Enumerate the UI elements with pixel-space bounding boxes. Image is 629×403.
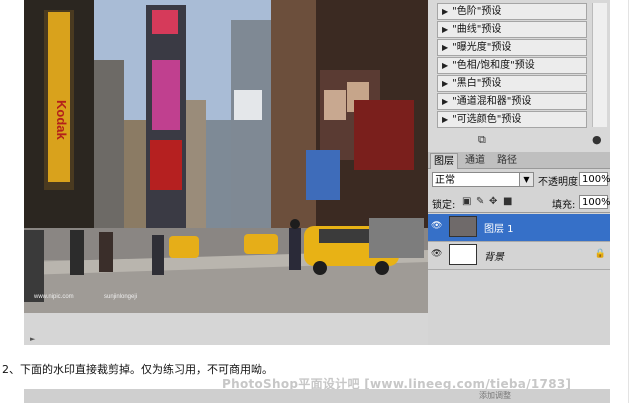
- blend-mode-value: 正常: [435, 175, 455, 186]
- layer-name: 背景: [484, 252, 504, 263]
- adjustments-footer: ⧉ ●: [428, 131, 610, 149]
- document-canvas-photo: Kodak www.nipic.com sunjinlongeji: [24, 0, 428, 313]
- return-to-list-icon[interactable]: ⧉: [478, 133, 486, 147]
- layer-thumbnail: [449, 244, 477, 265]
- preset-label: "黑白"预设: [452, 78, 502, 89]
- lock-label: 锁定:: [432, 200, 456, 211]
- opacity-label: 不透明度:: [538, 177, 582, 188]
- preset-label: "色相/饱和度"预设: [452, 60, 535, 71]
- triangle-right-icon: ▶: [442, 43, 449, 52]
- layer-row-background[interactable]: 👁 背景 🔒: [428, 242, 610, 270]
- tab-layers[interactable]: 图层: [430, 153, 458, 169]
- photoshop-screenshot: Kodak www.nipic.com sunjinlongeji ► ▶ "色…: [24, 0, 610, 345]
- layer-list: 👁 图层 1 👁 背景 🔒: [428, 212, 610, 345]
- preset-levels[interactable]: ▶ "色阶"预设: [437, 3, 587, 20]
- lock-icon: 🔒: [594, 249, 606, 259]
- chevron-down-icon: ▼: [519, 173, 533, 186]
- triangle-right-icon: ▶: [442, 61, 449, 70]
- layer-thumbnail: [449, 216, 477, 237]
- triangle-right-icon: ▶: [442, 79, 449, 88]
- fill-field[interactable]: 100%: [579, 195, 610, 209]
- preset-hue-saturation[interactable]: ▶ "色相/饱和度"预设: [437, 57, 587, 74]
- canvas-bottom-area: ►: [24, 313, 428, 345]
- lock-transparent-icon[interactable]: ▣: [462, 196, 471, 207]
- adjustments-panel: ▶ "色阶"预设 ▶ "曲线"预设 ▶ "曝光度"预设 ▶ "色相/饱和度"预设 ▶ "黑…: [428, 0, 610, 152]
- preset-label: "通道混和器"预设: [452, 96, 532, 107]
- preset-curves[interactable]: ▶ "曲线"预设: [437, 21, 587, 38]
- times-square-photo: Kodak www.nipic.com sunjinlongeji: [24, 0, 428, 313]
- adjustments-scrollbar[interactable]: [592, 3, 607, 127]
- photo-watermark-right: sunjinlongeji: [104, 294, 137, 300]
- kodak-sign: Kodak: [54, 100, 69, 141]
- blend-mode-select[interactable]: 正常 ▼: [432, 172, 534, 187]
- preset-label: "曲线"预设: [452, 24, 502, 35]
- adjustment-presets-list: ▶ "色阶"预设 ▶ "曲线"预设 ▶ "曝光度"预设 ▶ "色相/饱和度"预设 ▶ "黑…: [437, 3, 587, 129]
- opacity-field[interactable]: 100%: [579, 172, 610, 186]
- fill-label: 填充:: [552, 200, 576, 211]
- preset-label: "曝光度"预设: [452, 42, 512, 53]
- triangle-right-icon: ▶: [442, 7, 449, 16]
- eye-icon[interactable]: 👁: [431, 249, 442, 259]
- preset-label: "可选颜色"预设: [452, 114, 522, 125]
- layers-panel-tabs: 图层 通道 路径: [428, 152, 610, 169]
- lock-move-icon[interactable]: ✥: [489, 196, 497, 207]
- preset-channel-mixer[interactable]: ▶ "通道混和器"预设: [437, 93, 587, 110]
- next-screenshot-strip: 添加调整: [24, 389, 610, 403]
- layer-name: 图层 1: [484, 224, 514, 235]
- preset-black-white[interactable]: ▶ "黑白"预设: [437, 75, 587, 92]
- tab-paths[interactable]: 路径: [494, 153, 520, 168]
- eye-icon[interactable]: 👁: [431, 221, 442, 231]
- panel-options-icon[interactable]: ●: [592, 133, 602, 146]
- lock-brush-icon[interactable]: ✎: [476, 196, 484, 207]
- photo-watermark-left: www.nipic.com: [33, 294, 74, 300]
- scroll-arrow-icon[interactable]: ►: [30, 335, 35, 343]
- layers-panel: 图层 通道 路径 正常 ▼ 不透明度: 100% 锁定: ▣ ✎ ✥ ■ 填充:…: [428, 152, 610, 345]
- triangle-right-icon: ▶: [442, 115, 449, 124]
- triangle-right-icon: ▶: [442, 97, 449, 106]
- triangle-right-icon: ▶: [442, 25, 449, 34]
- preset-selective-color[interactable]: ▶ "可选颜色"预设: [437, 111, 587, 128]
- tab-channels[interactable]: 通道: [462, 153, 488, 168]
- layer-row-layer-1[interactable]: 👁 图层 1: [428, 214, 610, 242]
- preset-exposure[interactable]: ▶ "曝光度"预设: [437, 39, 587, 56]
- preset-label: "色阶"预设: [452, 6, 502, 17]
- lock-all-icon[interactable]: ■: [503, 196, 512, 207]
- strip-label: 添加调整: [479, 391, 511, 400]
